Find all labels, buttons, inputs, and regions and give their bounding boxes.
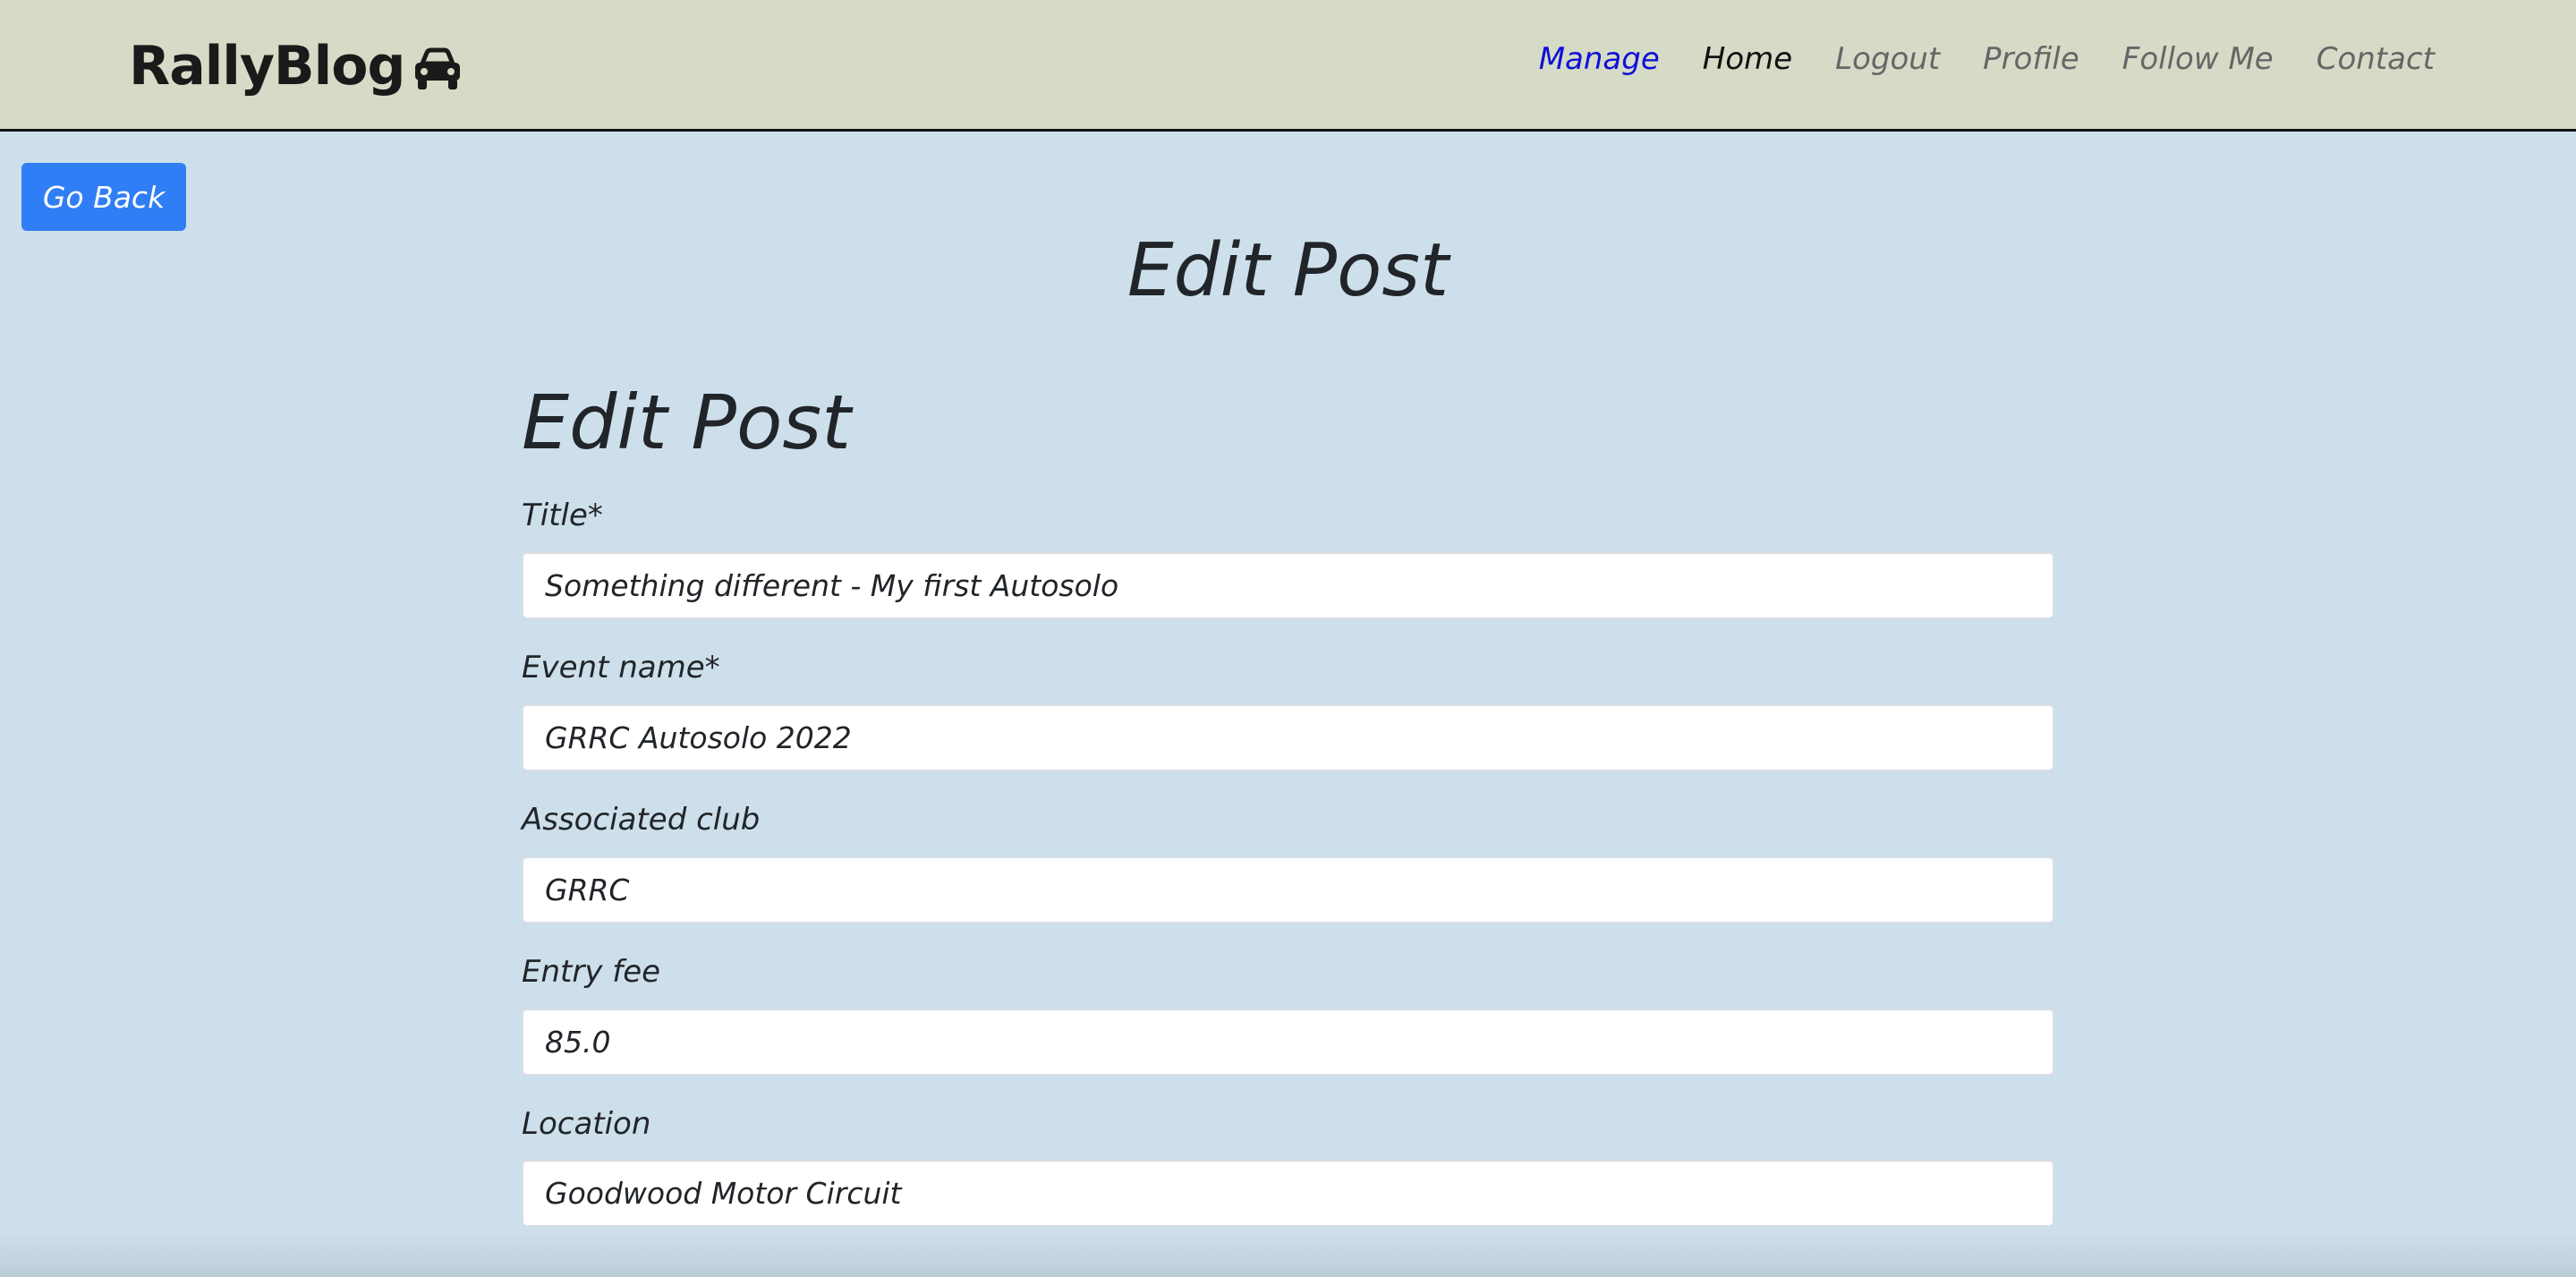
location-label: Location (522, 1105, 651, 1142)
location-input[interactable] (522, 1160, 2054, 1228)
associated-club-label: Associated club (522, 801, 761, 838)
nav-link-logout[interactable]: Logout (1835, 41, 1940, 77)
entry-fee-input[interactable] (522, 1008, 2054, 1076)
event-name-input[interactable] (522, 703, 2054, 771)
associated-club-input[interactable] (522, 856, 2054, 924)
event-name-label: Event name* (522, 650, 720, 686)
go-back-button[interactable]: Go Back (21, 163, 186, 231)
title-input[interactable] (522, 552, 2054, 620)
brand-logo[interactable]: RallyBlog (129, 32, 463, 100)
nav-link-follow-me[interactable]: Follow Me (2122, 41, 2274, 77)
edit-post-form: Edit Post Title* Event name* Associated … (522, 381, 2054, 1257)
nav-link-contact[interactable]: Contact (2317, 41, 2435, 77)
brand-name: RallyBlog (129, 35, 405, 98)
nav-link-profile[interactable]: Profile (1983, 41, 2079, 77)
title-label: Title* (522, 498, 603, 534)
nav-links: Manage Home Logout Profile Follow Me Con… (1539, 41, 2435, 77)
nav-link-home[interactable]: Home (1703, 41, 1792, 77)
car-icon (415, 47, 461, 89)
form-title: Edit Post (522, 379, 852, 466)
entry-fee-label: Entry fee (522, 953, 661, 990)
page-title: Edit Post (1126, 228, 1450, 313)
navbar: RallyBlog Manage Home Logout Profile Fol… (0, 0, 2576, 132)
nav-link-manage[interactable]: Manage (1539, 41, 1660, 77)
